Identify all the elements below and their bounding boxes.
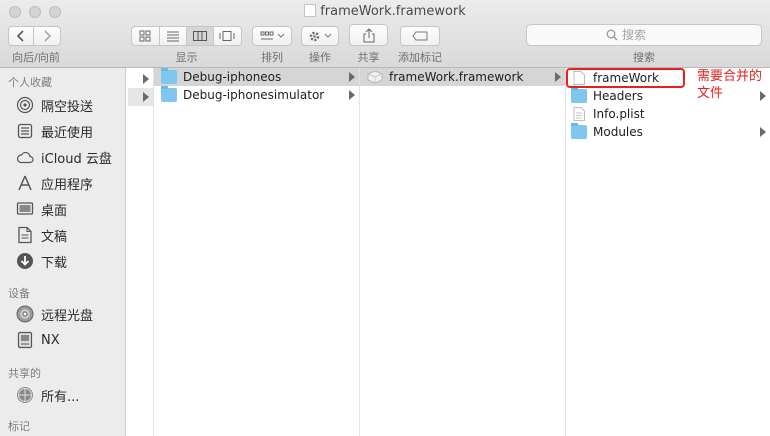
column-framework-contents: frameWork Headers Info.plist Modules (566, 68, 770, 436)
folder-icon (161, 86, 177, 102)
disclosure-arrow-icon (349, 72, 355, 82)
folder-icon (571, 87, 587, 103)
window-title: frameWork.framework (0, 4, 770, 19)
applications-icon (16, 174, 34, 192)
action-button[interactable] (301, 26, 339, 46)
forward-button[interactable] (34, 27, 60, 45)
search-input[interactable] (622, 28, 682, 42)
parent-column (128, 68, 154, 436)
sidebar-section-tags: 标记 (8, 420, 30, 433)
recents-icon (16, 122, 34, 140)
sidebar-section-devices: 设备 (8, 287, 30, 300)
annotation-highlight-box (566, 68, 685, 88)
document-icon (16, 226, 34, 244)
list-item-info-plist[interactable]: Info.plist (566, 105, 770, 123)
framework-icon (304, 4, 317, 17)
search-icon (606, 29, 618, 41)
network-icon (16, 386, 34, 404)
sidebar-item-documents[interactable]: 文稿 (16, 223, 67, 247)
desktop-icon (16, 200, 34, 218)
list-view-button[interactable] (160, 27, 187, 45)
framework-bundle-icon (367, 70, 383, 84)
column-debug-iphoneos: frameWork.framework (360, 68, 566, 436)
disc-icon (16, 305, 34, 323)
action-label: 操作 (309, 51, 331, 64)
back-button[interactable] (9, 27, 35, 45)
chevron-down-icon (277, 33, 284, 38)
annotation-note: 需要合并的文件 (697, 69, 763, 101)
search-field[interactable] (526, 24, 762, 46)
sidebar-item-icloud[interactable]: iCloud 云盘 (16, 145, 112, 169)
gallery-view-button[interactable] (214, 27, 241, 45)
sidebar-item-recents[interactable]: 最近使用 (16, 119, 93, 143)
drive-icon (16, 331, 34, 349)
icon-view-button[interactable] (132, 27, 160, 45)
share-icon (363, 27, 374, 42)
toolbar: frameWork.framework 向后/向前 显示 排列 操作 共享 添加… (0, 0, 770, 68)
share-button[interactable] (349, 24, 388, 46)
sidebar-section-favorites: 个人收藏 (8, 76, 52, 89)
column-view-button[interactable] (187, 27, 214, 45)
disclosure-arrow-icon (760, 127, 766, 137)
sidebar-item-all-shared[interactable]: 所有... (16, 383, 79, 407)
tags-label: 添加标记 (398, 51, 442, 64)
sidebar: 个人收藏 隔空投送 最近使用 iCloud 云盘 应用程序 桌面 文稿 下载 设… (0, 68, 126, 436)
back-forward-label: 向后/向前 (12, 51, 60, 64)
sidebar-item-desktop[interactable]: 桌面 (16, 197, 67, 221)
share-label: 共享 (357, 51, 380, 64)
plist-file-icon (573, 107, 585, 121)
finder-window: frameWork.framework 向后/向前 显示 排列 操作 共享 添加… (0, 0, 770, 436)
view-label: 显示 (175, 51, 198, 64)
grid-icon (139, 30, 151, 42)
download-icon (16, 252, 34, 270)
gear-icon (309, 31, 320, 41)
disclosure-arrow-icon (143, 92, 149, 102)
sidebar-item-remote-disc[interactable]: 远程光盘 (16, 302, 93, 326)
sidebar-section-shared: 共享的 (8, 367, 41, 380)
folder-icon (571, 123, 587, 139)
add-tag-button[interactable] (400, 26, 440, 46)
disclosure-arrow-icon (349, 90, 355, 100)
list-item-debug-iphonesimulator[interactable]: Debug-iphonesimulator (154, 86, 359, 104)
back-forward-control (8, 26, 61, 46)
list-item-modules[interactable]: Modules (566, 123, 770, 141)
view-mode-control (131, 26, 242, 46)
list-item-debug-iphoneos[interactable]: Debug-iphoneos (154, 68, 359, 86)
column-build-products: Debug-iphoneos Debug-iphonesimulator (154, 68, 360, 436)
list-icon (166, 31, 179, 42)
sidebar-item-nx[interactable]: NX (16, 328, 60, 352)
disclosure-arrow-icon (143, 74, 149, 84)
tag-icon (412, 31, 428, 41)
cloud-icon (16, 148, 34, 166)
sidebar-item-applications[interactable]: 应用程序 (16, 171, 93, 195)
airdrop-icon (16, 96, 34, 114)
columns-icon (192, 31, 207, 41)
parent-row-selected[interactable] (128, 88, 153, 106)
chevron-left-icon (16, 30, 24, 42)
chevron-down-icon (324, 33, 332, 38)
gallery-icon (219, 31, 235, 41)
arrange-icon (260, 31, 273, 40)
parent-row-expanded[interactable] (128, 70, 153, 88)
chevron-right-icon (44, 30, 52, 42)
sidebar-item-downloads[interactable]: 下载 (16, 249, 67, 273)
disclosure-arrow-icon (555, 72, 561, 82)
arrange-label: 排列 (261, 51, 283, 64)
search-label: 搜索 (633, 51, 655, 64)
folder-icon (161, 68, 177, 84)
arrange-button[interactable] (252, 26, 292, 46)
sidebar-item-airdrop[interactable]: 隔空投送 (16, 93, 93, 117)
list-item-framework[interactable]: frameWork.framework (360, 68, 565, 86)
